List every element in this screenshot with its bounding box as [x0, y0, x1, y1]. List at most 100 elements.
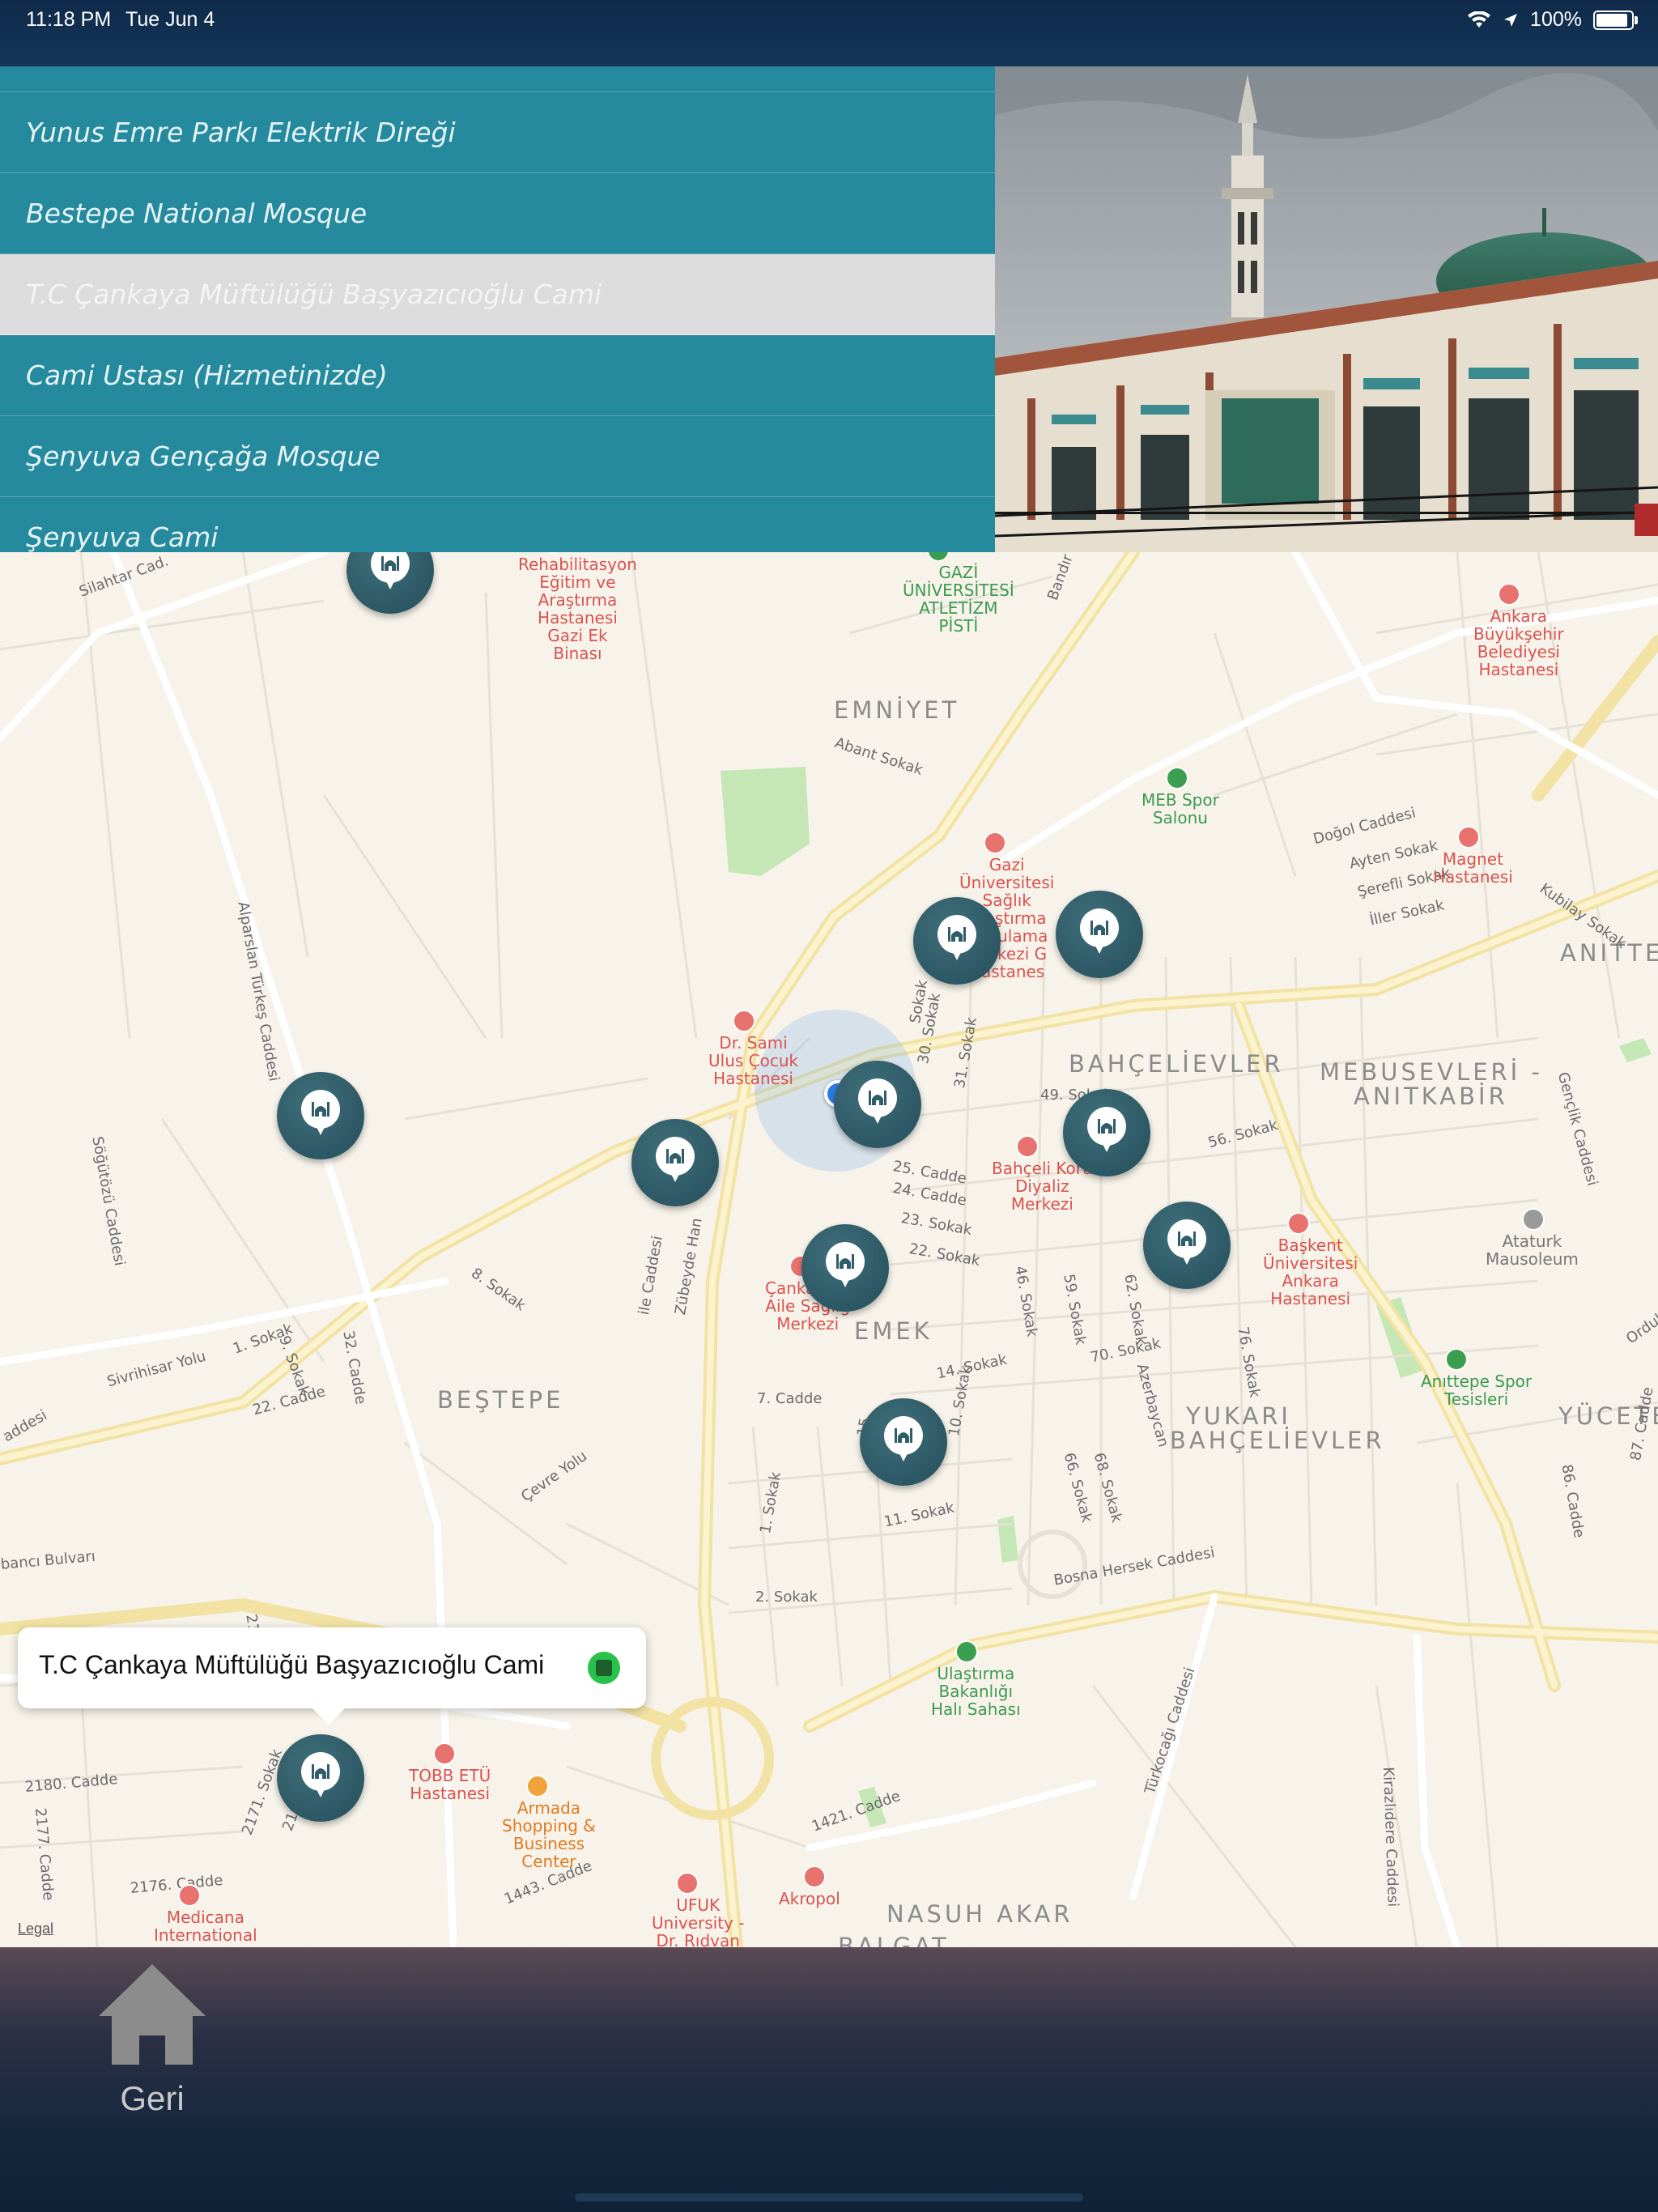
hospital-icon[interactable]	[433, 1742, 456, 1765]
mosque-pin[interactable]	[631, 1119, 719, 1206]
map-poi-label[interactable]: Armada Shopping & Business Center	[502, 1799, 596, 1870]
mosque-pin[interactable]	[1056, 891, 1143, 978]
info-green-icon[interactable]	[588, 1652, 620, 1684]
map-poi-label[interactable]: Bahçeli Koru Diyaliz Merkezi	[992, 1159, 1093, 1213]
map-poi-label[interactable]: Ulaştırma Bakanlığı Halı Sahası	[931, 1665, 1021, 1718]
hospital-icon[interactable]	[803, 1865, 826, 1888]
status-indicators: 100%	[1467, 8, 1638, 32]
map-district-label: EMNİYET	[834, 696, 960, 724]
pin-bubble	[1080, 908, 1119, 954]
list-item[interactable]: Şenyuva Cami	[0, 497, 995, 552]
map-poi-label[interactable]: Anıttepe Spor Tesisleri	[1421, 1372, 1532, 1408]
battery-fill	[1596, 13, 1627, 27]
house-icon	[99, 1964, 206, 2065]
mosque-icon	[666, 1149, 684, 1163]
wifi-icon	[1468, 11, 1491, 28]
mosque-photo	[995, 66, 1658, 552]
sports-icon[interactable]	[1166, 767, 1188, 789]
home-indicator[interactable]	[575, 2193, 1083, 2201]
pin-bubble	[301, 1090, 340, 1135]
landmark-icon[interactable]	[1522, 1208, 1545, 1231]
mosque-pin[interactable]	[1143, 1202, 1231, 1289]
map-poi-label[interactable]: Ataturk Mausoleum	[1486, 1232, 1579, 1268]
map-poi-label[interactable]: Ankara Büyükşehir Belediyesi Hastanesi	[1473, 607, 1564, 678]
list-item[interactable]: T.C Çankaya Müftülüğü Başyazıcıoğlu Cami	[0, 254, 995, 335]
pin-bubble	[858, 1078, 897, 1124]
map-callout[interactable]: T.C Çankaya Müftülüğü Başyazıcıoğlu Cami	[18, 1627, 646, 1725]
pin-bubble	[371, 552, 410, 589]
mosque-pin[interactable]	[277, 1072, 364, 1159]
pin-bubble	[301, 1752, 340, 1797]
status-date: Tue Jun 4	[125, 8, 215, 31]
mosque-icon	[869, 1091, 886, 1105]
battery-percent: 100%	[1530, 8, 1582, 31]
pin-bubble	[937, 915, 976, 960]
list-item[interactable]: Şenyuva Gençağa Mosque	[0, 416, 995, 497]
mosque-icon	[895, 1428, 912, 1443]
map-street-label: 7. Cadde	[757, 1390, 823, 1407]
map-district-label: EMEK	[854, 1317, 933, 1345]
back-home-button[interactable]: Geri	[96, 1958, 209, 2128]
hospital-icon[interactable]	[1287, 1212, 1310, 1235]
pin-bubble	[656, 1137, 695, 1182]
hospital-icon[interactable]	[676, 1872, 699, 1895]
list-item[interactable]: Yunus Emre Parkı Elektrik Direği	[0, 92, 995, 173]
list-item[interactable]: Bestepe National Mosque	[0, 173, 995, 254]
location-arrow-icon	[1504, 13, 1518, 27]
hospital-icon[interactable]	[984, 832, 1006, 854]
pin-bubble	[1087, 1107, 1126, 1152]
sports-icon[interactable]	[955, 1640, 978, 1663]
map-poi-label[interactable]: Akropol	[779, 1890, 840, 1908]
shopping-icon[interactable]	[526, 1775, 549, 1797]
status-time: 11:18 PM	[26, 8, 112, 31]
legal-link[interactable]: Legal	[18, 1921, 53, 1938]
mosque-icon	[381, 556, 399, 571]
map-view[interactable]: EMNİYET BAHÇELİEVLER MEBUSEVLERİ - ANITKABİ…	[0, 552, 1658, 1947]
map-poi-label[interactable]: GAZİ ÜNİVERSİTESİ ATLETİZM PİSTİ	[903, 564, 1014, 635]
mosque-icon	[948, 927, 966, 942]
map-poi-label[interactable]: UFUK University - Dr. Rıdvan	[652, 1896, 744, 1947]
mosque-pin[interactable]	[860, 1398, 947, 1486]
sports-icon[interactable]	[1445, 1348, 1468, 1371]
map-poi-label[interactable]: Başkent Üniversitesi Ankara Hastanesi	[1263, 1236, 1358, 1308]
mosque-icon	[1178, 1231, 1196, 1246]
map-poi-label[interactable]: Dr. Sami Ulus Çocuk Hastanesi	[708, 1034, 798, 1087]
mosque-list[interactable]: Sakarya MosqueYunus Emre Parkı Elektrik …	[0, 66, 995, 552]
mosque-pin[interactable]	[801, 1224, 889, 1312]
home-label: Geri	[120, 2079, 185, 2117]
map-poi-label[interactable]: Magnet Hastanesi	[1433, 850, 1513, 886]
battery-icon	[1593, 10, 1638, 30]
list-item[interactable]: Sakarya Mosque	[0, 66, 995, 92]
map-street-label: 2. Sokak	[755, 1589, 818, 1606]
mosque-icon	[1090, 921, 1108, 935]
mosque-pin[interactable]	[1063, 1089, 1150, 1176]
mosque-icon	[312, 1764, 329, 1779]
hospital-icon[interactable]	[733, 1010, 755, 1032]
map-poi-label[interactable]: Medicana International	[154, 1908, 257, 1944]
pin-bubble	[1167, 1219, 1206, 1265]
map-district-label: ANITKABİR	[1354, 1083, 1508, 1110]
map-district-label: BALGAT	[838, 1933, 950, 1947]
list-item[interactable]: Cami Ustası (Hizmetinizde)	[0, 335, 995, 416]
map-district-label: BAHÇELİEVLER	[1069, 1050, 1284, 1078]
mosque-pin[interactable]	[277, 1734, 364, 1822]
mosque-icon	[836, 1254, 854, 1269]
map-district-label: YUKARI	[1186, 1402, 1291, 1430]
hospital-icon[interactable]	[178, 1884, 201, 1907]
map-district-label: BAHÇELİEVLER	[1170, 1427, 1385, 1454]
pin-bubble	[826, 1242, 865, 1287]
hospital-icon[interactable]	[1498, 583, 1520, 606]
mosque-pin[interactable]	[834, 1061, 921, 1148]
map-district-label: NASUH AKAR	[886, 1900, 1073, 1928]
map-district-label: MEBUSEVLERİ -	[1320, 1058, 1543, 1086]
callout-title: T.C Çankaya Müftülüğü Başyazıcıoğlu Cami	[39, 1650, 545, 1679]
hospital-icon[interactable]	[1016, 1135, 1039, 1158]
hospital-icon[interactable]	[1457, 826, 1480, 849]
map-poi-label[interactable]: MEB Spor Salonu	[1141, 791, 1219, 827]
mosque-icon	[312, 1102, 329, 1117]
status-bar: 11:18 PM Tue Jun 4 100%	[0, 0, 1658, 66]
mosque-pin[interactable]	[913, 897, 1001, 985]
map-poi-label[interactable]: TOBB ETÜ Hastanesi	[409, 1767, 491, 1802]
map-district-label: BEŞTEPE	[437, 1386, 564, 1414]
map-poi-label[interactable]: Rehabilitasyon Eğitim ve Araştırma Hasta…	[518, 555, 637, 662]
